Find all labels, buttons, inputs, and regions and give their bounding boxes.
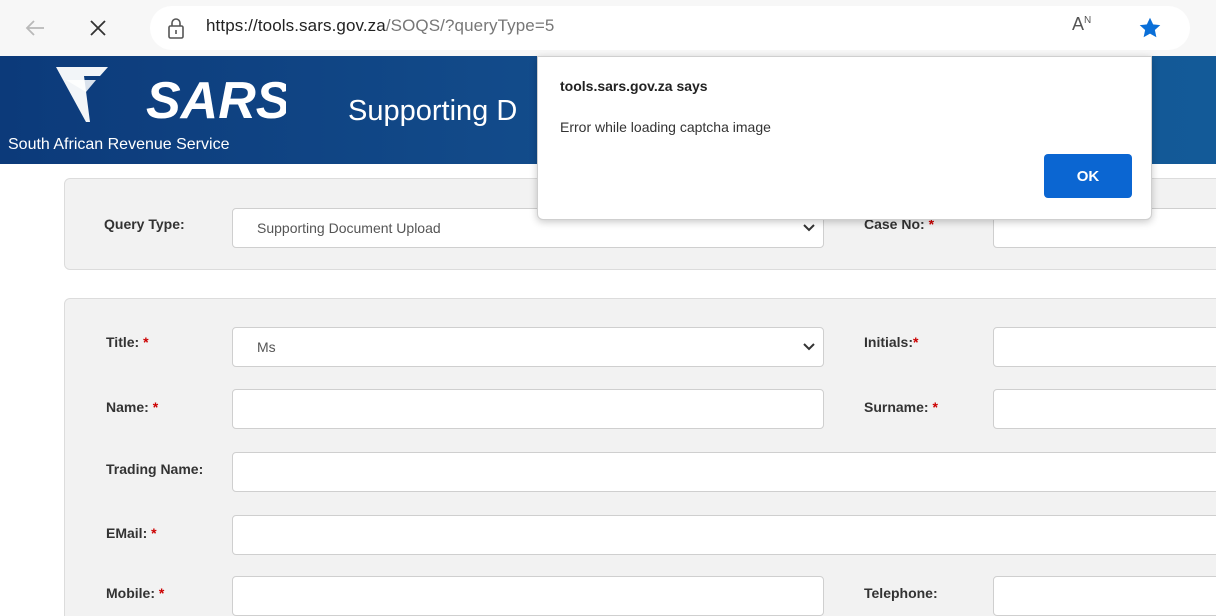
initials-input[interactable] bbox=[993, 327, 1216, 367]
name-label: Name: * bbox=[106, 399, 158, 415]
surname-label-text: Surname: bbox=[864, 399, 929, 415]
read-aloud-icon[interactable]: AN bbox=[1072, 14, 1091, 35]
telephone-label: Telephone: bbox=[864, 585, 938, 601]
ok-button[interactable]: OK bbox=[1044, 154, 1132, 198]
read-aloud-letter: A bbox=[1072, 14, 1085, 34]
email-label: EMail: * bbox=[106, 525, 157, 541]
name-label-text: Name: bbox=[106, 399, 149, 415]
dialog-message: Error while loading captcha image bbox=[560, 119, 771, 135]
read-aloud-wave: N bbox=[1084, 15, 1092, 26]
required-marker: * bbox=[932, 399, 938, 415]
mobile-input[interactable] bbox=[232, 576, 824, 616]
logo-text: SARS bbox=[146, 72, 286, 130]
title-value: Ms bbox=[257, 339, 276, 355]
title-select[interactable]: Ms bbox=[232, 327, 824, 367]
required-marker: * bbox=[151, 525, 157, 541]
surname-label: Surname: * bbox=[864, 399, 938, 415]
initials-label-text: Initials: bbox=[864, 334, 914, 350]
url-text[interactable]: https://tools.sars.gov.za/SOQS/?queryTyp… bbox=[206, 16, 554, 36]
email-input[interactable] bbox=[232, 515, 1216, 555]
required-marker: * bbox=[152, 399, 159, 415]
query-type-label: Query Type: bbox=[104, 216, 185, 232]
dialog-title: tools.sars.gov.za says bbox=[560, 78, 708, 94]
query-type-value: Supporting Document Upload bbox=[257, 220, 441, 236]
title-label-text: Title: bbox=[106, 334, 140, 350]
initials-label: Initials:* bbox=[864, 334, 918, 350]
required-marker: * bbox=[913, 334, 919, 350]
url-host: https://tools.sars.gov.za bbox=[206, 16, 386, 35]
name-input[interactable] bbox=[232, 389, 824, 429]
organization-name: South African Revenue Service bbox=[8, 136, 230, 153]
required-marker: * bbox=[158, 585, 165, 601]
trading-name-input[interactable] bbox=[232, 452, 1216, 492]
title-label: Title: * bbox=[106, 334, 149, 350]
chevron-down-icon bbox=[803, 224, 815, 232]
email-label-text: EMail: bbox=[106, 525, 148, 541]
lock-icon[interactable] bbox=[166, 16, 186, 40]
chevron-down-icon bbox=[803, 343, 815, 351]
browser-toolbar: https://tools.sars.gov.za/SOQS/?queryTyp… bbox=[0, 0, 1216, 56]
trading-name-label: Trading Name: bbox=[106, 461, 204, 477]
mobile-label: Mobile: * bbox=[106, 585, 164, 601]
close-icon[interactable] bbox=[84, 14, 112, 42]
sars-logo[interactable]: SARS bbox=[56, 62, 286, 132]
back-arrow-icon[interactable] bbox=[22, 14, 50, 42]
alert-dialog: tools.sars.gov.za says Error while loadi… bbox=[537, 56, 1152, 220]
url-path: /SOQS/?queryType=5 bbox=[385, 16, 555, 35]
surname-input[interactable] bbox=[993, 389, 1216, 429]
mobile-label-text: Mobile: bbox=[106, 585, 155, 601]
page-title: Supporting D bbox=[348, 95, 518, 127]
required-marker: * bbox=[143, 334, 149, 350]
telephone-input[interactable] bbox=[993, 576, 1216, 616]
favorite-star-icon[interactable] bbox=[1137, 15, 1163, 41]
